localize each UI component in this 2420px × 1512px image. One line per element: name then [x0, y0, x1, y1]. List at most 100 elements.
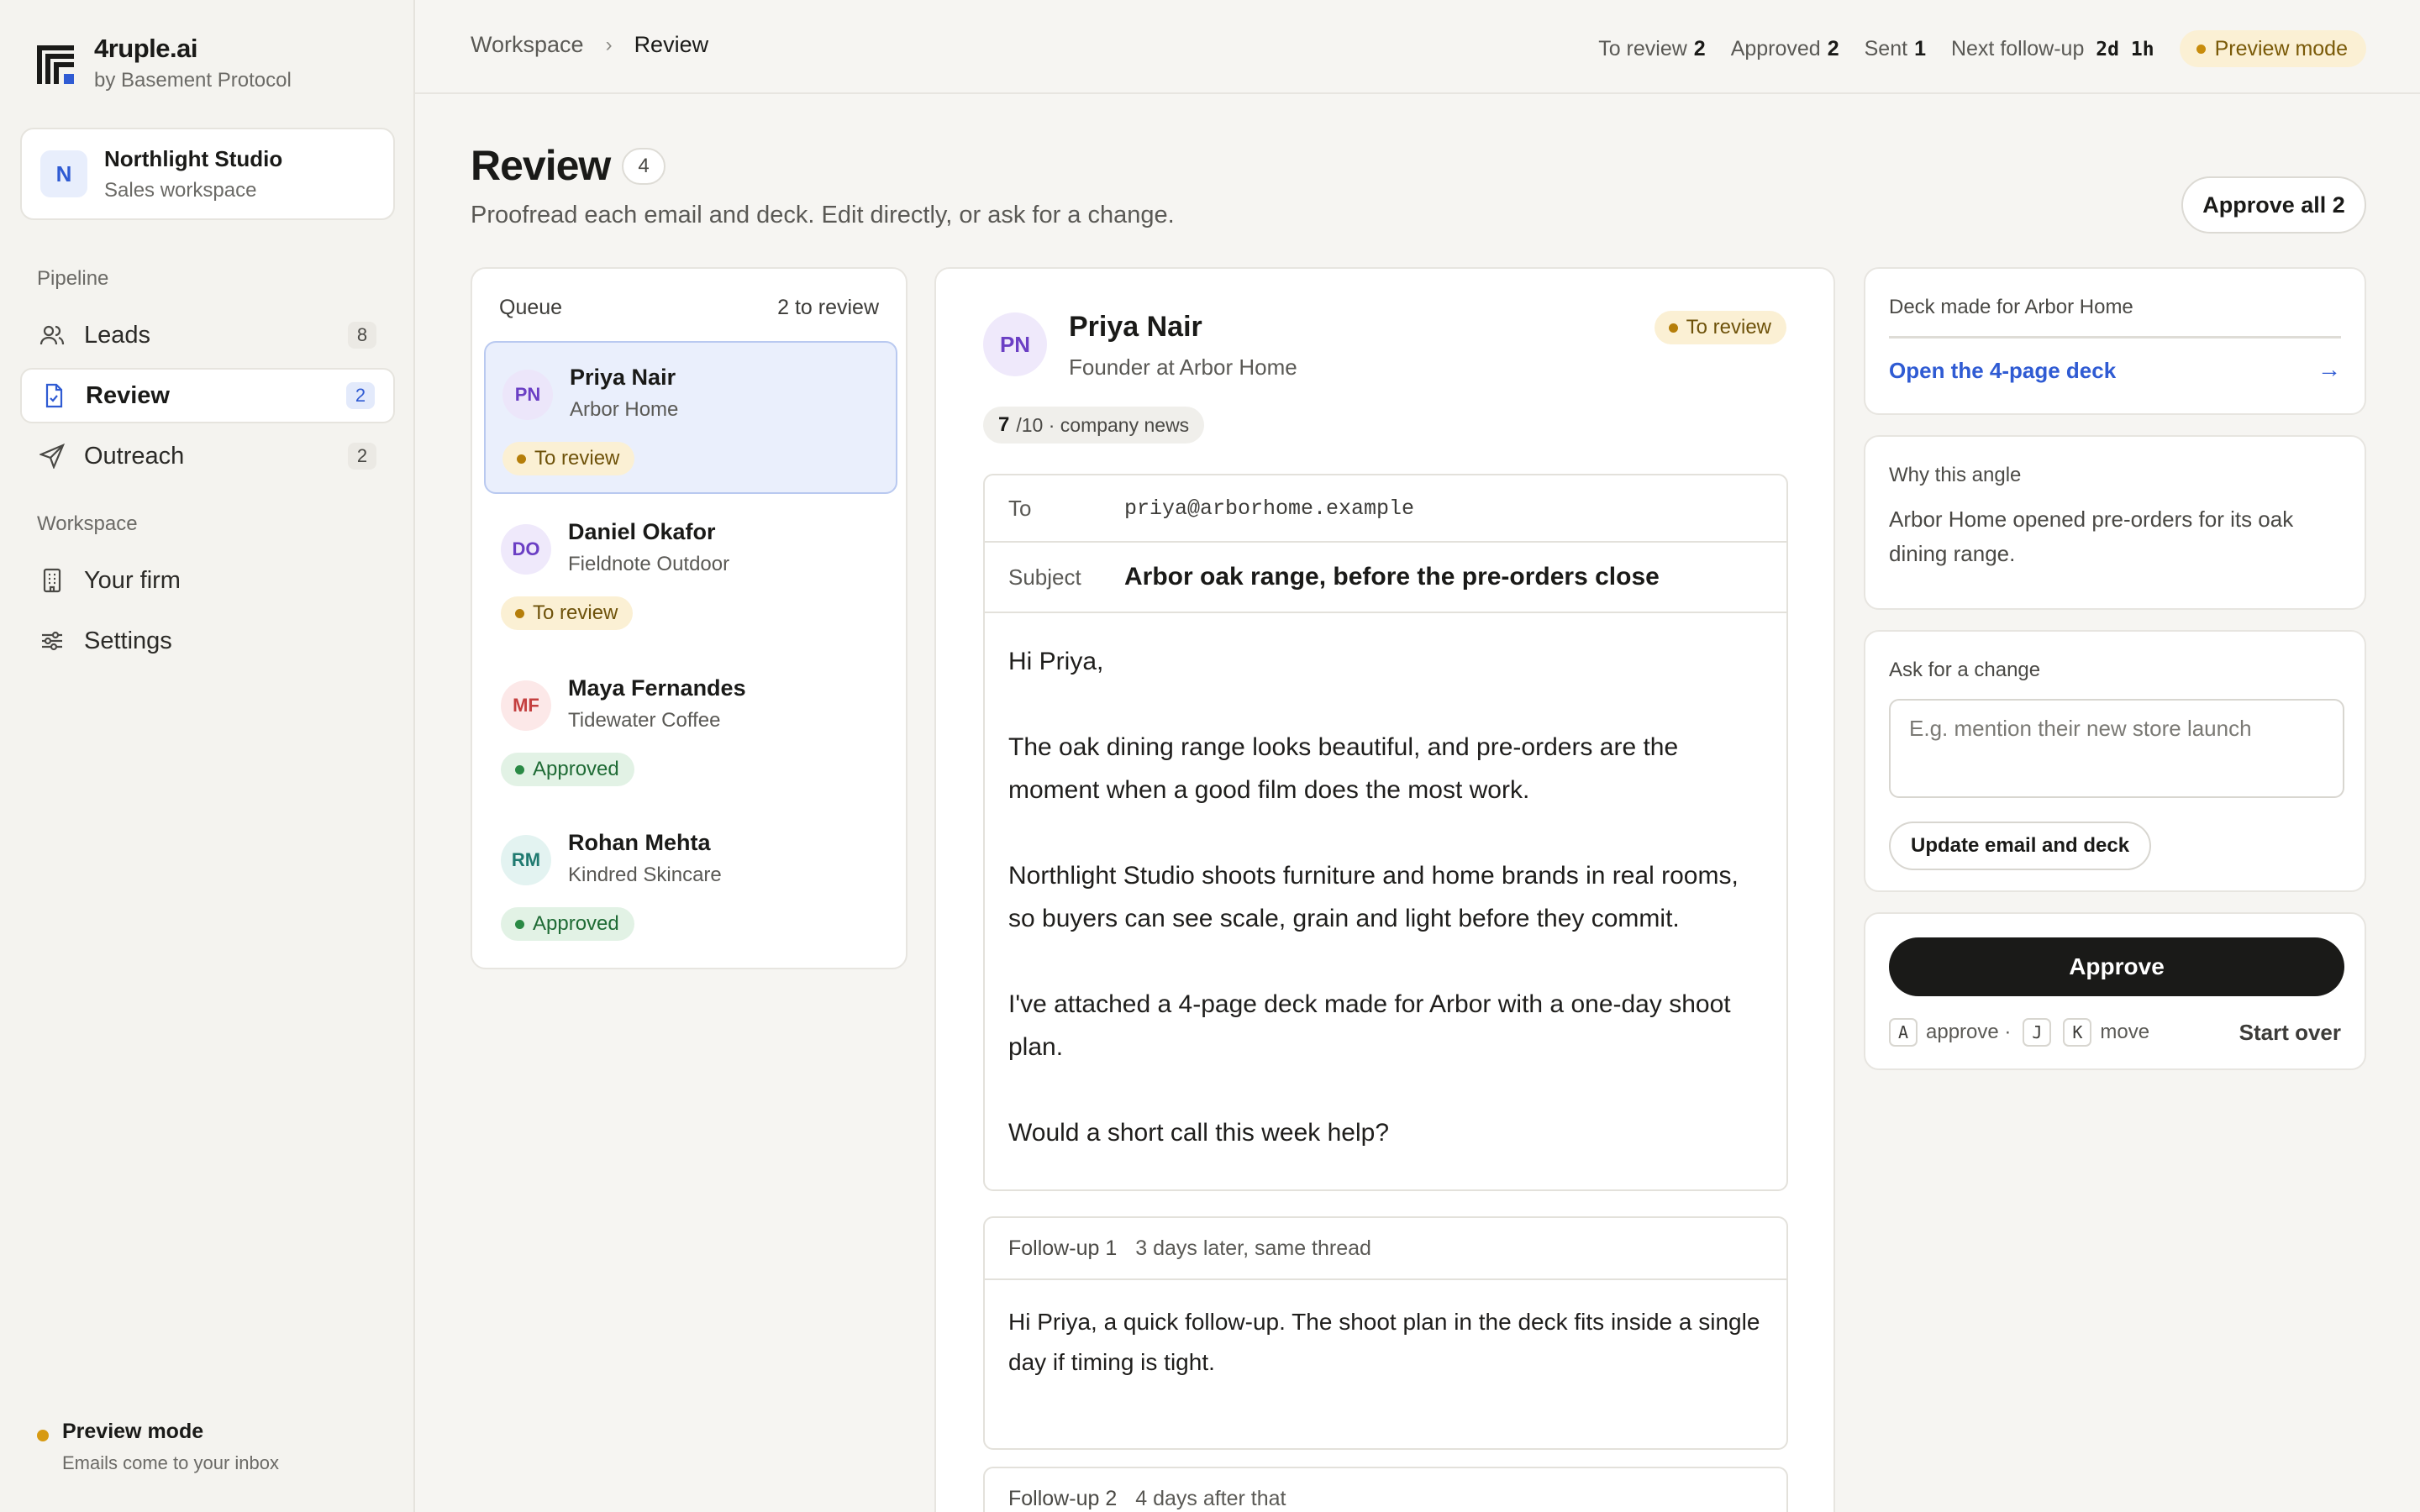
- approve-all-button[interactable]: Approve all 2: [2181, 176, 2366, 234]
- avatar: PN: [502, 370, 553, 420]
- followup-header: Follow-up 2 4 days after that: [985, 1468, 1786, 1512]
- brand-name: 4ruple.ai: [94, 34, 197, 63]
- lead-company: Arbor Home: [570, 398, 679, 421]
- brand[interactable]: 4ruple.ai by Basement Protocol: [37, 34, 292, 92]
- review-total-count: 4: [622, 148, 666, 185]
- chevron-right-icon: ›: [605, 33, 613, 56]
- body-paragraph: Would a short call this week help?: [1008, 1119, 1390, 1147]
- subject-row: Subject Arbor oak range, before the pre-…: [985, 543, 1786, 613]
- open-deck-link[interactable]: Open the 4-page deck: [1889, 358, 2116, 384]
- to-label: To: [1008, 495, 1032, 521]
- sidebar-item-outreach[interactable]: Outreach 2: [20, 428, 395, 484]
- sidebar-item-your-firm[interactable]: Your firm: [20, 553, 395, 608]
- workspace-switcher[interactable]: N Northlight Studio Sales workspace: [20, 128, 395, 220]
- stat-sent: Sent 1: [1864, 36, 1926, 60]
- queue-title: Queue: [499, 296, 563, 319]
- followup-header: Follow-up 1 3 days later, same thread: [985, 1218, 1786, 1280]
- lead-company: Kindred Skincare: [568, 864, 722, 886]
- start-over-button[interactable]: Start over: [2239, 1020, 2341, 1046]
- sidebar-item-settings[interactable]: Settings: [20, 613, 395, 669]
- angle-text: Arbor Home opened pre-orders for its oak…: [1889, 507, 2294, 566]
- followup-timing: 4 days after that: [1135, 1486, 1286, 1510]
- email-body[interactable]: Hi Priya, The oak dining range looks bea…: [1008, 640, 1770, 1197]
- approve-card: Approve A approve · J K move Start over: [1864, 912, 2366, 1070]
- sidebar-item-label: Outreach: [84, 442, 185, 470]
- top-bar: Workspace › Review To review 2 Approved 2 …: [415, 0, 2420, 94]
- review-count-badge: 2: [346, 382, 375, 409]
- avatar: MF: [501, 680, 551, 731]
- lead-name: Rohan Mehta: [568, 830, 711, 855]
- lead-score: 7 /10 · company news: [983, 407, 1205, 444]
- lead-name: Priya Nair: [570, 365, 676, 390]
- breadcrumb-current: Review: [634, 32, 709, 57]
- avatar: RM: [501, 835, 551, 885]
- nav-section-workspace: Workspace: [37, 512, 138, 535]
- status-badge: Approved: [501, 753, 634, 786]
- followup-label: Follow-up 2: [1008, 1486, 1118, 1510]
- keyboard-shortcuts: A approve · J K move: [1889, 1018, 2149, 1047]
- change-label: Ask for a change: [1889, 659, 2041, 681]
- sidebar-item-label: Leads: [84, 321, 151, 349]
- lead-name: Daniel Okafor: [568, 519, 716, 544]
- lead-name: Maya Fernandes: [568, 675, 746, 701]
- body-paragraph: Hi Priya,: [1008, 648, 1104, 675]
- to-field[interactable]: priya@arborhome.example: [1124, 496, 1414, 521]
- body-paragraph: I've attached a 4-page deck made for Arb…: [1008, 990, 1731, 1061]
- page-subtitle: Proofread each email and deck. Edit dire…: [471, 202, 1175, 228]
- users-icon: [39, 322, 66, 349]
- workspace-name: Northlight Studio: [104, 145, 283, 171]
- arrow-right-icon[interactable]: →: [2317, 356, 2341, 383]
- avatar: DO: [501, 524, 551, 575]
- status-badge: To review: [501, 596, 634, 630]
- workspace-avatar: N: [40, 150, 87, 197]
- deck-label: Deck made for Arbor Home: [1889, 296, 2133, 318]
- followup-timing: 3 days later, same thread: [1135, 1236, 1371, 1260]
- recipient-role: Founder at Arbor Home: [1069, 354, 1297, 380]
- queue-summary: 2 to review: [777, 296, 879, 319]
- leads-count-badge: 8: [348, 322, 376, 349]
- building-icon: [39, 567, 66, 594]
- queue-item-maya-fernandes[interactable]: MF Maya Fernandes Tidewater Coffee Appro…: [484, 654, 897, 806]
- key-prev: K: [2063, 1018, 2092, 1047]
- divider: [1889, 336, 2341, 339]
- workspace-subtitle: Sales workspace: [104, 178, 257, 202]
- page-title: Review: [471, 142, 611, 189]
- recipient-name: Priya Nair: [1069, 311, 1202, 343]
- status-badge: Approved: [501, 907, 634, 941]
- nav-section-pipeline: Pipeline: [37, 267, 109, 290]
- sidebar-item-leads[interactable]: Leads 8: [20, 307, 395, 363]
- review-queue: Queue 2 to review PN Priya Nair Arbor Ho…: [471, 267, 908, 969]
- angle-card: Why this angle Arbor Home opened pre-ord…: [1864, 435, 2366, 610]
- sidebar-item-label: Review: [86, 381, 170, 409]
- preview-mode-footer: Preview mode Emails come to your inbox: [37, 1420, 279, 1474]
- subject-field[interactable]: Arbor oak range, before the pre-orders c…: [1124, 563, 1660, 591]
- key-next: J: [2023, 1018, 2052, 1047]
- score-suffix: /10 · company news: [1016, 413, 1190, 436]
- followup-body[interactable]: Hi Priya, a quick follow-up. The shoot p…: [985, 1280, 1786, 1404]
- brand-subtitle: by Basement Protocol: [94, 69, 292, 92]
- preview-mode-title: Preview mode: [62, 1420, 204, 1443]
- breadcrumb-workspace[interactable]: Workspace: [471, 32, 584, 58]
- queue-item-priya-nair[interactable]: PN Priya Nair Arbor Home To review: [484, 341, 897, 494]
- sidebar-item-label: Settings: [84, 627, 172, 654]
- approve-button[interactable]: Approve: [1889, 937, 2344, 996]
- preview-mode-badge: Preview mode: [2179, 30, 2366, 67]
- document-check-icon: [40, 382, 67, 409]
- change-request-card: Ask for a change Update email and deck: [1864, 630, 2366, 892]
- preview-mode-subtitle: Emails come to your inbox: [62, 1452, 279, 1473]
- body-paragraph: The oak dining range looks beautiful, an…: [1008, 733, 1679, 804]
- breadcrumb: Workspace › Review: [471, 32, 708, 58]
- preview-status-dot: [37, 1430, 49, 1441]
- recipient-avatar: PN: [983, 312, 1047, 376]
- outreach-count-badge: 2: [348, 443, 376, 470]
- sidebar-item-review[interactable]: Review 2: [20, 368, 395, 423]
- deck-card: Deck made for Arbor Home Open the 4-page…: [1864, 267, 2366, 415]
- change-request-input[interactable]: [1889, 699, 2344, 798]
- stat-to-review: To review 2: [1598, 36, 1706, 60]
- queue-item-rohan-mehta[interactable]: RM Rohan Mehta Kindred Skincare Approved: [484, 808, 897, 961]
- queue-item-daniel-okafor[interactable]: DO Daniel Okafor Fieldnote Outdoor To re…: [484, 497, 897, 650]
- brand-logo-icon: [37, 45, 74, 84]
- score-value: 7: [998, 413, 1010, 436]
- to-row: To priya@arborhome.example: [985, 475, 1786, 543]
- update-email-deck-button[interactable]: Update email and deck: [1889, 822, 2152, 870]
